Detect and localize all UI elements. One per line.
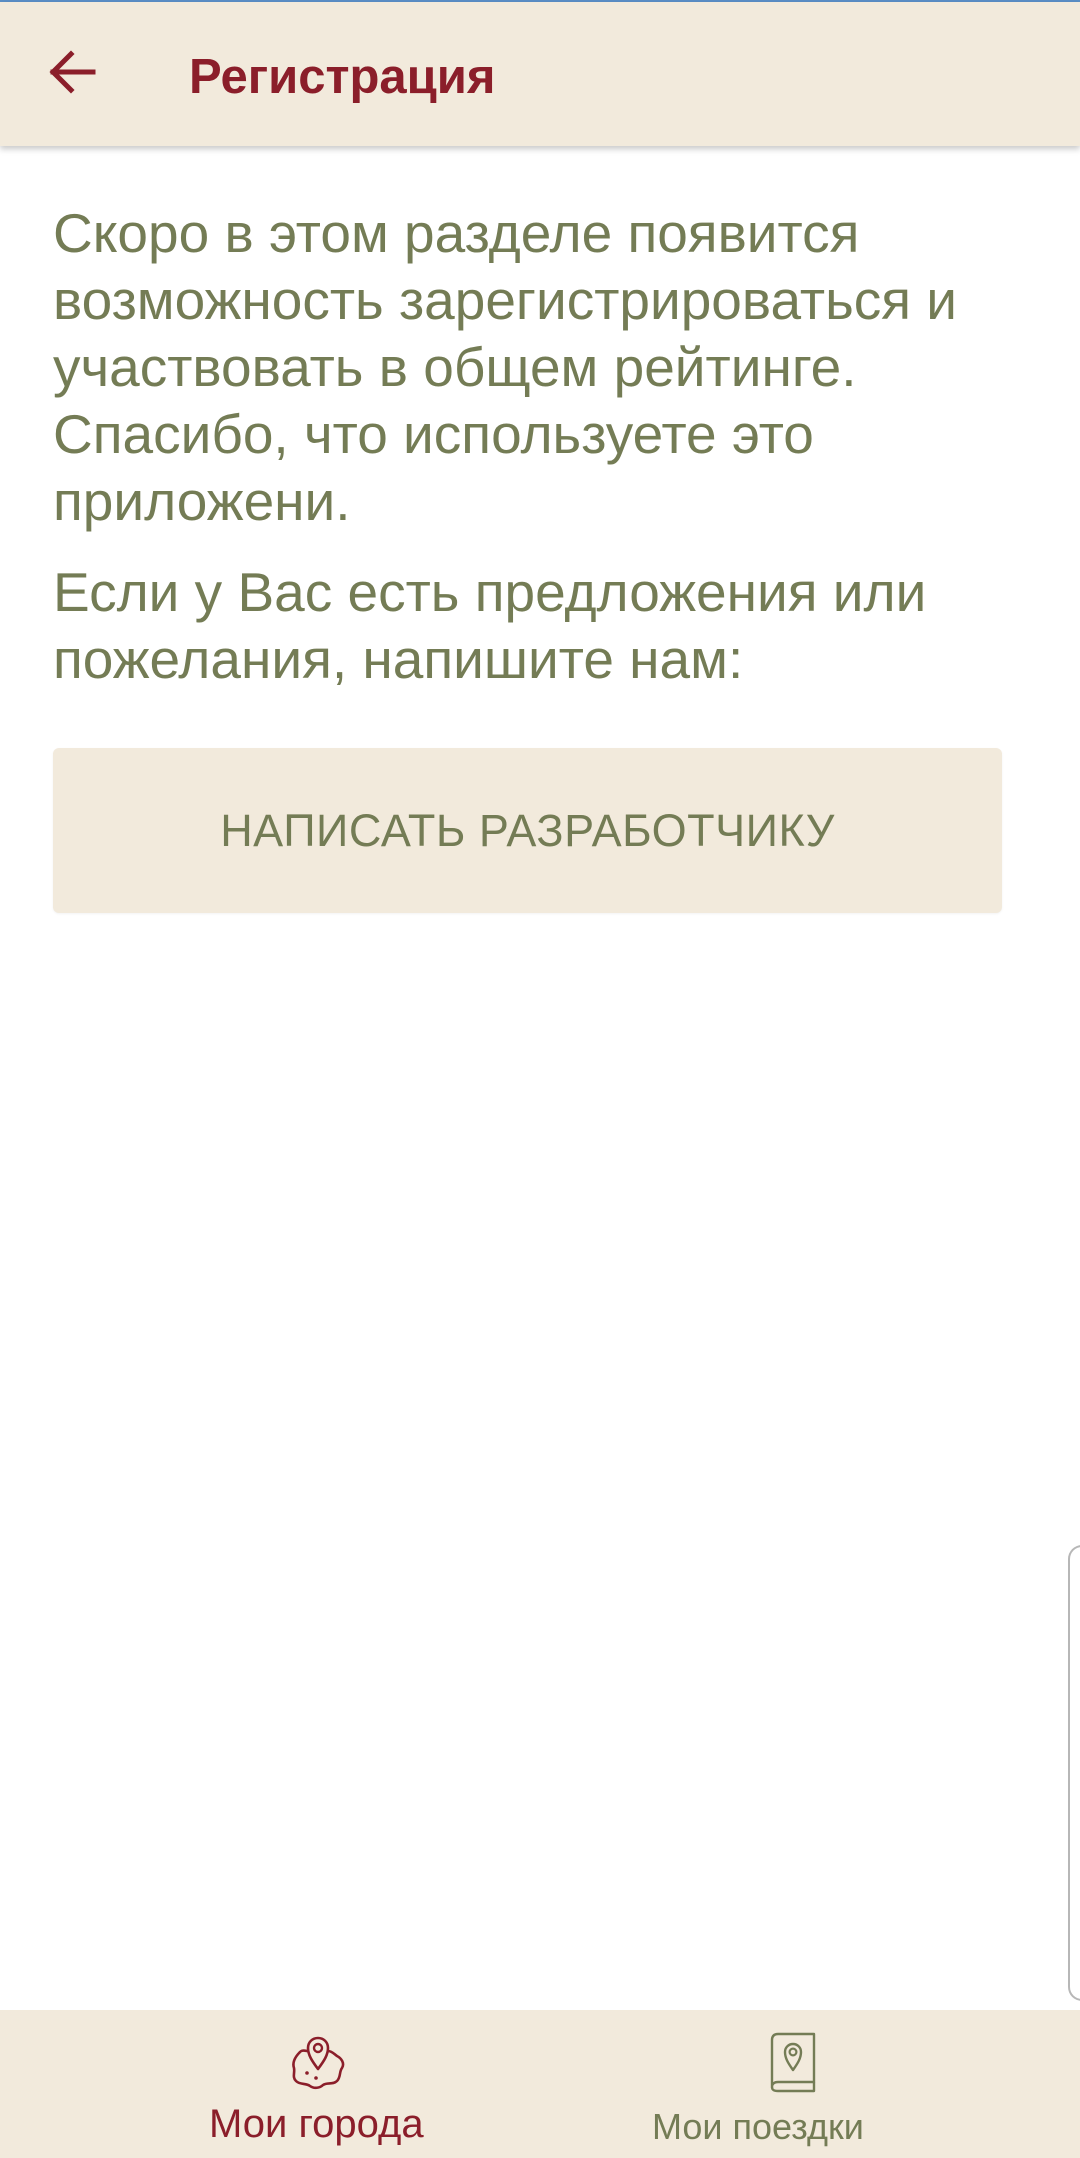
book-pin-icon: [760, 2030, 824, 2094]
registration-info-text: Скоро в этом разделе появится возможност…: [53, 202, 958, 532]
screen: Регистрация Скоро в этом разделе появитс…: [0, 0, 1080, 2158]
nav-item-my-trips[interactable]: Мои поездки: [540, 2010, 1080, 2158]
edge-panel-handle[interactable]: [1068, 1545, 1080, 2001]
page-title: Регистрация: [189, 50, 496, 104]
feedback-prompt-text: Если у Вас есть предложения или пожелани…: [53, 561, 927, 690]
write-developer-button[interactable]: НАПИСАТЬ РАЗРАБОТЧИКУ: [53, 748, 1002, 913]
bottom-navigation: Мои города Мои поездки: [0, 2010, 1080, 2158]
arrow-left-icon: [47, 49, 97, 99]
nav-item-my-cities[interactable]: Мои города: [0, 2010, 540, 2158]
app-bar: Регистрация: [0, 2, 1080, 146]
content: Скоро в этом разделе появится возможност…: [53, 200, 1013, 693]
back-button[interactable]: [24, 22, 120, 126]
nav-label-my-trips: Мои поездки: [652, 2106, 864, 2147]
map-region-pin-icon: [286, 2030, 350, 2094]
